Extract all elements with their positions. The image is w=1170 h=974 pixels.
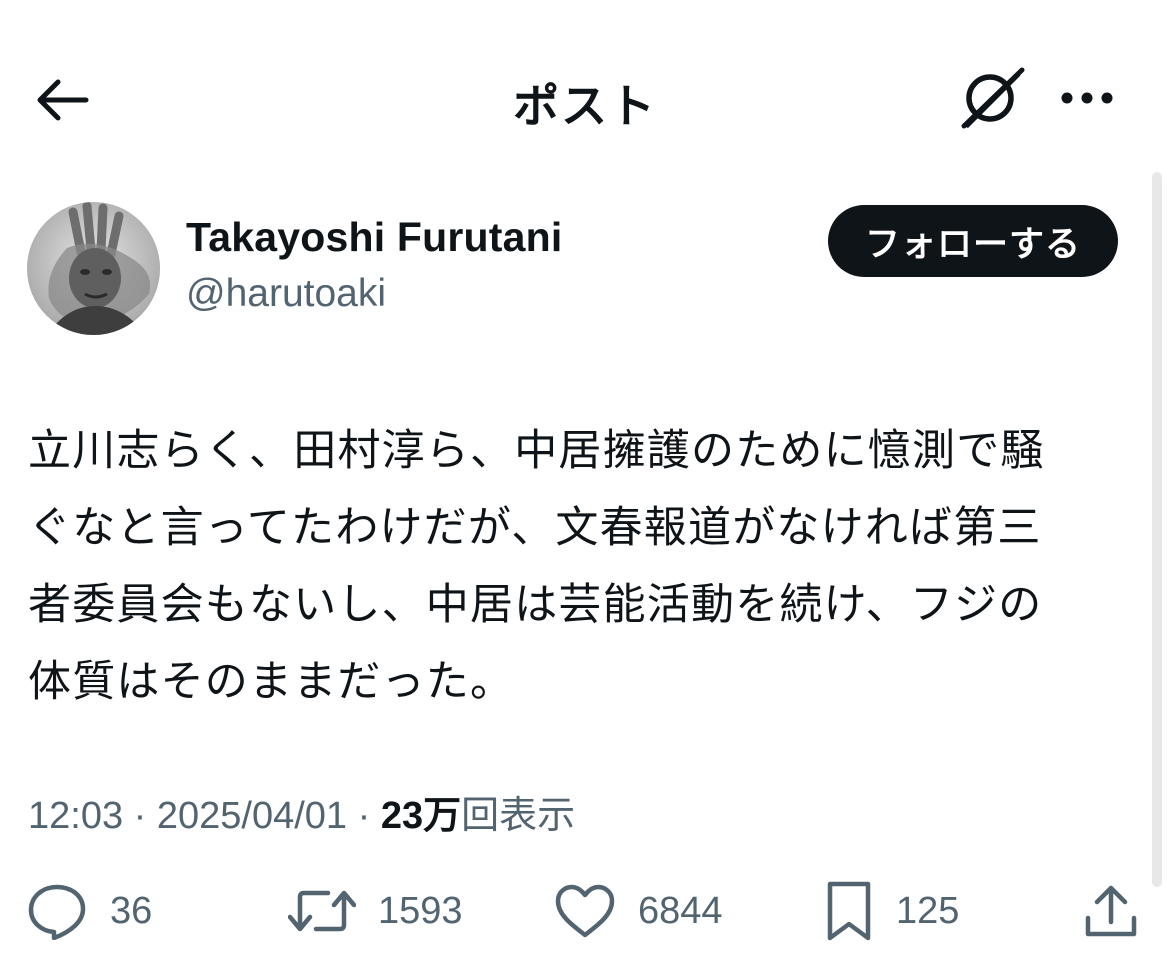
post-detail-screen: ポスト Takayoshi Furutani @harutoaki フォローする… (0, 0, 1170, 974)
tweet-text-line: 立川志らく、田村淳ら、中居擁護のために憶測で騒 (28, 427, 1045, 475)
reply-button[interactable]: 36 (26, 878, 152, 944)
more-horizontal-icon (1061, 92, 1113, 104)
tweet-text-line: 体質はそのままだった。 (28, 658, 515, 706)
reply-count: 36 (110, 889, 153, 932)
heart-icon (555, 884, 615, 938)
more-options-button[interactable] (1052, 76, 1122, 120)
scrollbar[interactable] (1152, 172, 1162, 887)
reply-icon (28, 884, 86, 940)
repost-icon (288, 890, 356, 932)
repost-count: 1593 (378, 889, 463, 932)
share-button[interactable] (1082, 878, 1140, 944)
views-count[interactable]: 23万 (381, 795, 461, 837)
views-label[interactable]: 回表示 (461, 795, 575, 837)
bookmark-count: 125 (896, 889, 960, 932)
like-count: 6844 (638, 889, 723, 932)
bookmark-button[interactable]: 125 (824, 878, 959, 944)
follow-button[interactable]: フォローする (828, 205, 1118, 277)
author-handle[interactable]: @harutoaki (186, 272, 386, 316)
tweet-meta: 12:03 · 2025/04/01 · 23万回表示 (28, 784, 575, 839)
tweet-text-line: ぐなと言ってたわけだが、文春報道がなければ第三 (28, 504, 1042, 552)
grok-button[interactable] (952, 62, 1032, 134)
bookmark-icon (827, 881, 871, 941)
meta-separator: · (357, 795, 371, 837)
repost-button[interactable]: 1593 (288, 878, 463, 944)
like-button[interactable]: 6844 (554, 878, 723, 944)
tweet-text-line: 者委員会もないし、中居は芸能活動を続け、フジの (28, 581, 1043, 629)
grok-icon (961, 67, 1025, 129)
author-display-name[interactable]: Takayoshi Furutani (186, 214, 562, 261)
tweet-text: 立川志らく、田村淳ら、中居擁護のために憶測で騒 ぐなと言ってたわけだが、文春報道… (28, 413, 1138, 721)
tweet-time[interactable]: 12:03 (28, 795, 123, 837)
meta-separator: · (133, 795, 147, 837)
tweet-date[interactable]: 2025/04/01 (157, 795, 347, 837)
avatar[interactable] (27, 202, 160, 335)
avatar-photo (27, 202, 160, 335)
share-icon (1085, 885, 1137, 937)
top-bar: ポスト (0, 0, 1170, 190)
